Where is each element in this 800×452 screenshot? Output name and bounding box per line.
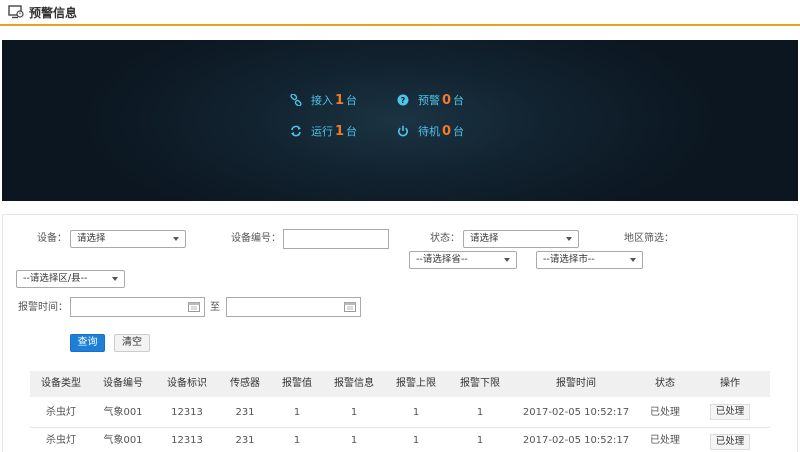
stat-standby-unit: 台 — [453, 125, 465, 138]
time-end-input[interactable] — [226, 297, 361, 317]
col-header: 传感器 — [230, 378, 260, 389]
chevron-down-icon — [566, 237, 572, 241]
device-no-input[interactable] — [283, 229, 389, 249]
stat-running: 运行 1 台 — [290, 123, 357, 139]
city-select[interactable]: --请选择市-- — [536, 251, 643, 269]
refresh-icon — [291, 125, 301, 137]
device-no-label: 设备编号： — [231, 233, 281, 244]
col-header: 报警信息 — [334, 378, 374, 389]
table-row: 杀虫灯 气象001 12313 231 1 1 1 1 2017-02-05 1… — [30, 397, 770, 428]
stat-connected-value: 1 — [335, 92, 345, 108]
city-select-value: --请选择市-- — [543, 254, 595, 265]
district-select[interactable]: --请选择区/县-- — [16, 270, 125, 288]
cell-alarm-info: 1 — [350, 407, 358, 418]
stat-standby: 待机 0 台 — [397, 123, 464, 139]
cell-alarm-value: 1 — [293, 407, 301, 418]
stat-connected-unit: 台 — [346, 94, 358, 107]
cell-lower-limit: 1 — [476, 407, 484, 418]
time-label: 报警时间： — [18, 302, 68, 313]
processed-button[interactable]: 已处理 — [709, 404, 751, 420]
cell-sensor: 231 — [235, 407, 255, 418]
col-header: 操作 — [720, 378, 740, 389]
cell-device-type: 杀虫灯 — [46, 407, 76, 418]
device-label: 设备： — [37, 233, 67, 244]
cell-device-id: 12313 — [171, 435, 203, 446]
calendar-icon — [188, 302, 200, 312]
power-icon — [398, 125, 408, 137]
cell-upper-limit: 1 — [412, 435, 420, 446]
clear-button[interactable]: 清空 — [114, 334, 150, 352]
cell-device-no: 气象001 — [103, 435, 143, 446]
time-to-label: 至 — [210, 302, 220, 313]
cell-device-type: 杀虫灯 — [46, 435, 76, 446]
chevron-down-icon — [173, 237, 179, 241]
stat-warning: ? 预警 0 台 — [397, 92, 464, 108]
cell-sensor: 231 — [235, 435, 255, 446]
cell-lower-limit: 1 — [476, 435, 484, 446]
region-label: 地区筛选： — [624, 233, 674, 244]
district-select-value: --请选择区/县-- — [23, 273, 88, 284]
stat-standby-value: 0 — [442, 123, 452, 139]
cell-alarm-value: 1 — [293, 435, 301, 446]
question-circle-icon: ? — [397, 94, 409, 106]
stat-standby-label: 待机 — [418, 125, 440, 138]
stat-warning-label: 预警 — [418, 94, 440, 107]
stat-connected-label: 接入 — [311, 94, 333, 107]
stat-running-label: 运行 — [311, 125, 333, 138]
cell-status: 已处理 — [650, 435, 680, 446]
device-select[interactable]: 请选择 — [70, 230, 186, 248]
page-title: 预警信息 — [29, 6, 78, 20]
device-select-value: 请选择 — [77, 233, 106, 244]
time-start-input[interactable] — [70, 297, 205, 317]
stat-running-value: 1 — [335, 123, 345, 139]
col-header: 报警上限 — [396, 378, 436, 389]
table-row: 杀虫灯 气象001 12313 231 1 1 1 1 2017-02-05 1… — [30, 428, 770, 452]
svg-text:?: ? — [401, 96, 406, 105]
processed-button[interactable]: 已处理 — [709, 434, 751, 450]
cell-status: 已处理 — [650, 407, 680, 418]
table-header-row: 设备类型 设备编号 设备标识 传感器 报警值 报警信息 报警上限 报警下限 报警… — [30, 371, 770, 397]
stat-warning-value: 0 — [442, 92, 452, 108]
cell-alarm-time: 2017-02-05 10:52:17 — [522, 407, 630, 418]
cell-alarm-info: 1 — [350, 435, 358, 446]
stat-running-unit: 台 — [346, 125, 358, 138]
cell-action: 已处理 — [690, 428, 770, 452]
status-banner: 接入 1 台 ? 预警 0 台 运行 1 台 待机 0 台 — [2, 40, 798, 201]
province-select[interactable]: --请选择省-- — [409, 251, 517, 269]
calendar-icon — [344, 302, 356, 312]
stat-connected: 接入 1 台 — [290, 92, 357, 108]
chevron-down-icon — [112, 277, 118, 281]
col-header: 设备编号 — [103, 378, 143, 389]
col-header: 报警时间 — [556, 378, 596, 389]
col-header: 报警值 — [282, 378, 312, 389]
stat-warning-unit: 台 — [453, 94, 465, 107]
query-button[interactable]: 查询 — [70, 334, 105, 352]
cell-action: 已处理 — [690, 397, 770, 428]
status-select[interactable]: 请选择 — [463, 230, 579, 248]
province-select-value: --请选择省-- — [416, 254, 468, 265]
col-header: 报警下限 — [460, 378, 500, 389]
col-header: 设备类型 — [41, 378, 81, 389]
chevron-down-icon — [504, 258, 510, 262]
monitor-icon — [8, 5, 24, 19]
status-select-value: 请选择 — [470, 233, 499, 244]
col-header: 设备标识 — [167, 378, 207, 389]
link-icon — [290, 94, 302, 106]
cell-upper-limit: 1 — [412, 407, 420, 418]
cell-alarm-time: 2017-02-05 10:52:17 — [522, 435, 630, 446]
col-header: 状态 — [655, 378, 675, 389]
chevron-down-icon — [630, 258, 636, 262]
page-header: 预警信息 — [0, 0, 800, 26]
cell-device-no: 气象001 — [103, 407, 143, 418]
status-label: 状态： — [430, 233, 460, 244]
cell-device-id: 12313 — [171, 407, 203, 418]
